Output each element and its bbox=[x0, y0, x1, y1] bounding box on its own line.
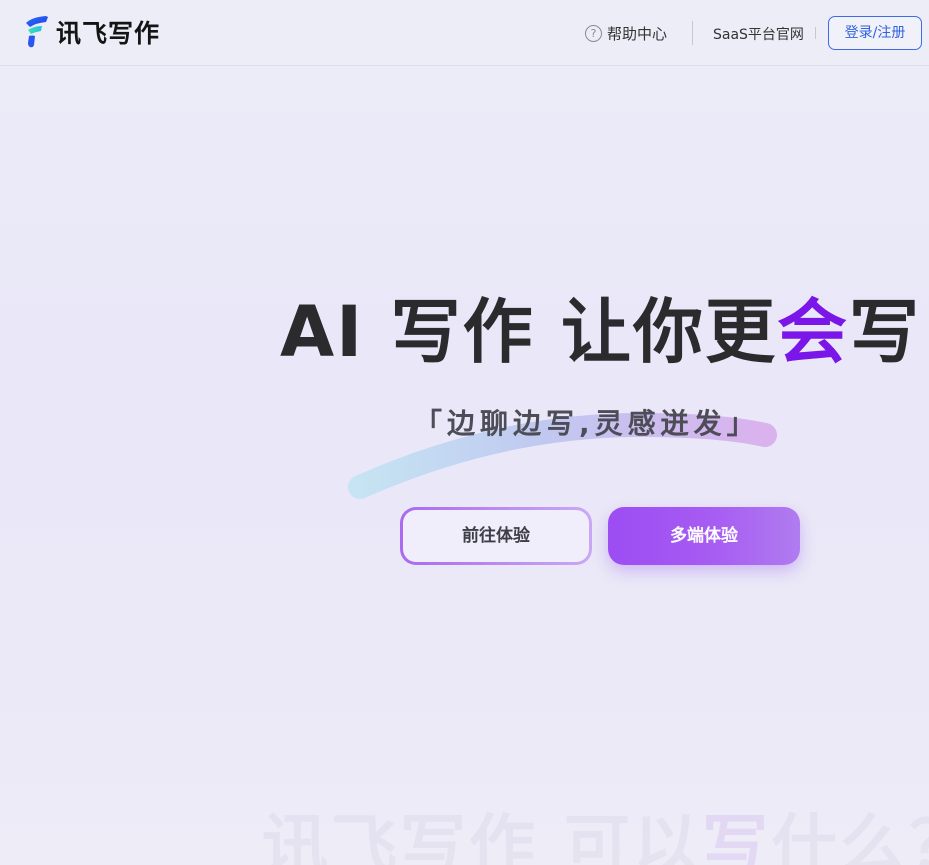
faded-heading-part1: 讯飞写作 可以 bbox=[262, 807, 702, 865]
nav-divider bbox=[692, 21, 693, 45]
faded-heading-accent: 写 bbox=[701, 807, 771, 865]
section-heading-faded: 讯飞写作 可以写什么？ bbox=[262, 792, 929, 865]
hero-title: AI 写作 让你更会写 bbox=[280, 290, 929, 374]
try-now-button[interactable]: 前往体验 bbox=[400, 507, 592, 565]
login-register-button[interactable]: 登录/注册 bbox=[828, 16, 922, 50]
question-circle-icon: ? bbox=[585, 24, 602, 42]
hero-title-main: AI 写作 让你更 bbox=[280, 291, 777, 373]
top-navbar: 讯飞写作 ? 帮助中心 SaaS平台官网 登录/注册 bbox=[0, 0, 929, 66]
hero-title-accent: 会 bbox=[776, 291, 849, 373]
multi-platform-button[interactable]: 多端体验 bbox=[608, 507, 800, 565]
saas-platform-link[interactable]: SaaS平台官网 bbox=[713, 24, 804, 44]
faded-heading-part3: 什么？ bbox=[770, 807, 929, 865]
nav-divider bbox=[815, 27, 816, 39]
hero-title-end: 写 bbox=[848, 291, 921, 373]
help-center-link[interactable]: ? 帮助中心 bbox=[585, 22, 667, 44]
hero-subtitle: 「边聊边写,灵感迸发」 bbox=[414, 407, 760, 440]
help-center-label: 帮助中心 bbox=[607, 24, 668, 43]
logo-icon bbox=[26, 16, 48, 48]
brand-logo[interactable]: 讯飞写作 bbox=[24, 14, 160, 50]
brand-name: 讯飞写作 bbox=[56, 19, 161, 48]
